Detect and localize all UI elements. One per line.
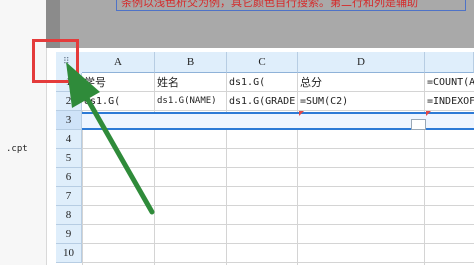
cell-e1[interactable]: =COUNT(A: [425, 73, 474, 92]
row-header-3[interactable]: 3: [56, 111, 82, 130]
cell-c2[interactable]: ds1.G(GRADE: [227, 92, 298, 111]
cell-d2[interactable]: =SUM(C2): [298, 92, 425, 111]
row-header-9[interactable]: 9: [56, 225, 82, 244]
cell-c1[interactable]: ds1.G(: [227, 73, 298, 92]
cell-b1[interactable]: 姓名: [155, 73, 227, 92]
row-header-2[interactable]: 2: [56, 92, 82, 111]
cell-marker-icon: [299, 111, 304, 116]
cell-a1[interactable]: 学号: [82, 73, 155, 92]
cell-marker-icon: [426, 111, 431, 116]
column-header-d[interactable]: D: [298, 52, 425, 73]
instruction-text: 条例以浅色析交为例，具它颜色自行搜索。第二行和列是辅助: [121, 0, 418, 9]
highlight-box: [32, 39, 79, 83]
column-header-e[interactable]: [425, 52, 474, 73]
resize-handle[interactable]: [411, 119, 426, 130]
cell-e2[interactable]: =INDEXOF: [425, 92, 474, 111]
row-header-6[interactable]: 6: [56, 168, 82, 187]
cell-b2[interactable]: ds1.G(NAME): [155, 92, 227, 111]
row-header-5[interactable]: 5: [56, 149, 82, 168]
cell-d1[interactable]: 总分: [298, 73, 425, 92]
row-header-10[interactable]: 10: [56, 244, 82, 263]
column-header-a[interactable]: A: [82, 52, 155, 73]
instruction-box: 条例以浅色析交为例，具它颜色自行搜索。第二行和列是辅助: [116, 0, 466, 11]
row-header-7[interactable]: 7: [56, 187, 82, 206]
column-header-b[interactable]: B: [155, 52, 227, 73]
cell-a2[interactable]: ds1.G(: [82, 92, 155, 111]
row-header-4[interactable]: 4: [56, 130, 82, 149]
column-header-c[interactable]: C: [227, 52, 298, 73]
row-header-8[interactable]: 8: [56, 206, 82, 225]
file-extension-label[interactable]: .cpt: [6, 144, 28, 154]
